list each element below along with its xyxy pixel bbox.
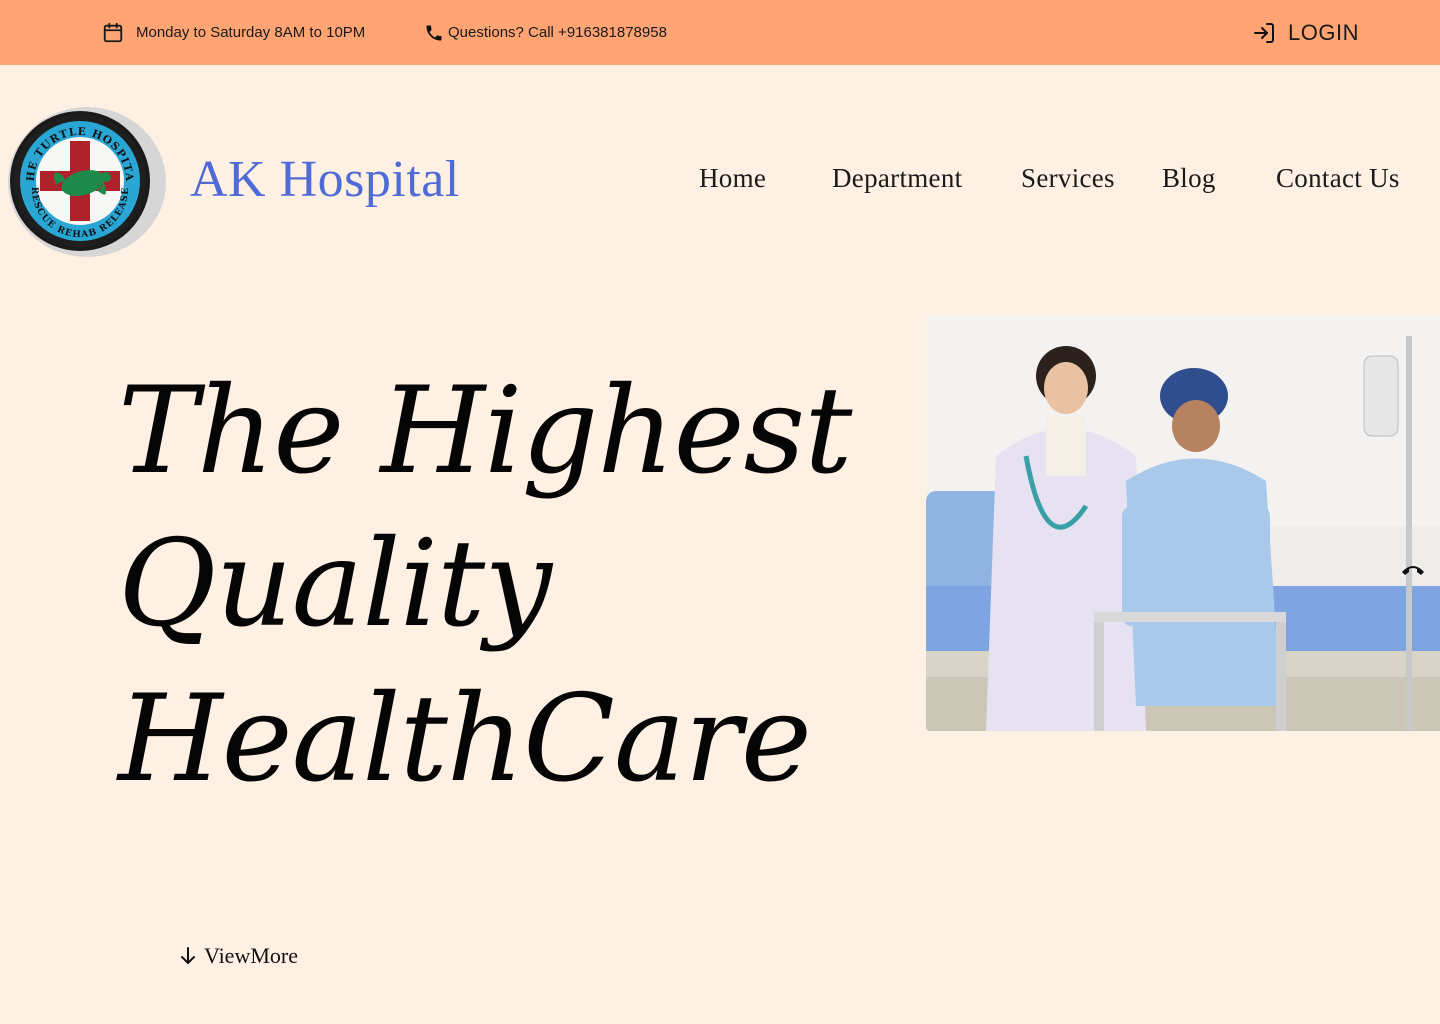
calendar-icon <box>102 22 124 44</box>
view-more-label: ViewMore <box>204 943 298 968</box>
top-info-bar: Monday to Saturday 8AM to 10PM Questions… <box>0 0 1440 65</box>
phone-icon <box>424 23 444 43</box>
login-icon <box>1252 21 1276 45</box>
contact-phone-text: Questions? Call +916381878958 <box>448 24 667 41</box>
brand-name[interactable]: AK Hospital <box>190 150 460 209</box>
nav-home[interactable]: Home <box>699 163 766 194</box>
nav-department[interactable]: Department <box>832 163 962 194</box>
hero-image <box>926 316 1440 731</box>
opening-hours: Monday to Saturday 8AM to 10PM <box>102 0 365 65</box>
opening-hours-text: Monday to Saturday 8AM to 10PM <box>136 24 366 41</box>
view-more-button[interactable]: ViewMore <box>180 943 298 969</box>
contact-phone[interactable]: Questions? Call +916381878958 <box>424 0 667 65</box>
hero-headline-line: HealthCare <box>118 670 812 809</box>
hero-headline-line: The Highest <box>118 362 852 501</box>
hospital-logo[interactable]: THE TURTLE HOSPITAL RESCUE REHAB RELEASE <box>6 102 166 257</box>
hero-headline-line: Quality <box>118 515 552 654</box>
nav-blog[interactable]: Blog <box>1162 163 1216 194</box>
login-button[interactable]: LOGIN <box>1252 0 1359 65</box>
logo-seal: THE TURTLE HOSPITAL RESCUE REHAB RELEASE <box>6 102 150 251</box>
nav-services[interactable]: Services <box>1021 163 1115 194</box>
arrow-down-icon <box>180 946 196 966</box>
nav-contact-us[interactable]: Contact Us <box>1276 163 1400 194</box>
hangup-phone-icon[interactable] <box>1400 562 1426 583</box>
login-label: LOGIN <box>1288 19 1359 45</box>
